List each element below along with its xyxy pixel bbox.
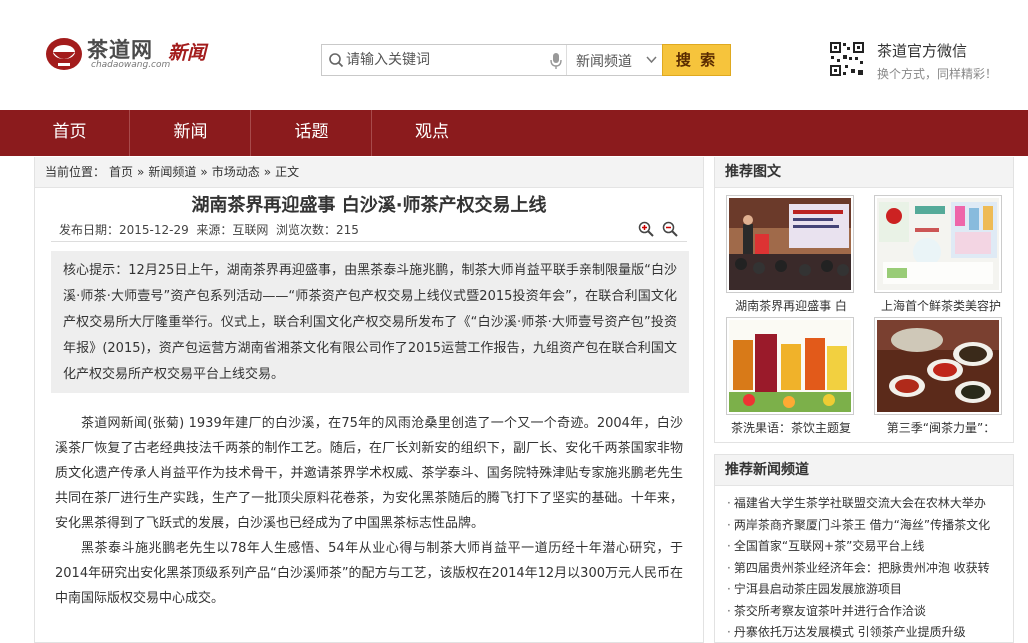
channel-label: 新闻频道 bbox=[576, 54, 632, 70]
news-link[interactable]: 两岸茶商齐聚厦门斗茶王 借力“海丝”传播茶文化 bbox=[727, 515, 1007, 537]
channel-select[interactable]: 新闻频道 bbox=[566, 45, 663, 75]
article-meta: 发布日期：2015-12-29 来源：互联网 浏览次数：215 bbox=[59, 223, 359, 237]
news-link[interactable]: 茶交所考察友谊茶叶并进行合作洽谈 bbox=[727, 601, 1007, 623]
pic-thumb-ceremony[interactable] bbox=[726, 195, 854, 293]
site-header: 茶道网 新闻 chadaowang.com 新闻频道 搜 索 bbox=[0, 0, 1028, 110]
search-box: 新闻频道 bbox=[321, 44, 663, 76]
pic-caption[interactable]: 湖南茶界再迎盛事 白 bbox=[721, 297, 861, 314]
breadcrumb-link-home[interactable]: 首页 bbox=[109, 165, 133, 179]
breadcrumb: 当前位置： 首页» 新闻频道» 市场动态» 正文 bbox=[35, 157, 703, 188]
article-summary: 核心提示：12月25日上午，湖南茶界再迎盛事，由黑茶泰斗施兆鹏，制茶大师肖益平联… bbox=[51, 251, 689, 393]
recommended-pics-panel: 推荐图文 湖南茶界再迎盛事 白 上海首个鲜茶类美容护 茶洗果语：茶饮主题复 第三… bbox=[714, 157, 1014, 443]
pic-thumb-beauty[interactable] bbox=[874, 195, 1002, 293]
nav-item-news[interactable]: 新闻 bbox=[131, 110, 251, 156]
nav-item-home[interactable]: 首页 bbox=[10, 110, 130, 156]
qr-code-icon bbox=[829, 41, 865, 77]
recommended-news-title: 推荐新闻频道 bbox=[715, 455, 1013, 486]
logo-news-text: 新闻 bbox=[168, 42, 207, 64]
zoom-in-icon[interactable] bbox=[638, 221, 654, 237]
pic-thumb-drinks[interactable] bbox=[726, 317, 854, 415]
breadcrumb-link-market[interactable]: 市场动态 bbox=[212, 165, 260, 179]
wechat-subtitle: 换个方式，同样精彩！ bbox=[877, 67, 998, 81]
pic-caption[interactable]: 茶洗果语：茶饮主题复 bbox=[721, 419, 861, 436]
pic-thumb-fujian[interactable] bbox=[874, 317, 1002, 415]
tea-leaves-bowls-image bbox=[877, 320, 999, 412]
recommended-news-panel: 推荐新闻频道 福建省大学生茶学社联盟交流大会在农林大举办 两岸茶商齐聚厦门斗茶王… bbox=[714, 454, 1014, 643]
nav-item-topics[interactable]: 话题 bbox=[252, 110, 372, 156]
nav-item-opinion[interactable]: 观点 bbox=[372, 110, 492, 156]
search-button[interactable]: 搜 索 bbox=[662, 44, 731, 76]
logo-domain: chadaowang.com bbox=[91, 60, 171, 70]
article-body: 茶道网新闻(张菊) 1939年建厂的白沙溪，在75年的风雨沧桑里创造了一个又一个… bbox=[55, 411, 683, 611]
breadcrumb-current: 正文 bbox=[275, 165, 300, 179]
wechat-title: 茶道官方微信 bbox=[877, 42, 968, 60]
news-link[interactable]: 第四届贵州茶业经济年会：把脉贵州冲泡 收获转 bbox=[727, 558, 1007, 580]
ceremony-photo-image bbox=[729, 198, 851, 290]
search-icon bbox=[329, 53, 344, 68]
article-title: 湖南茶界再迎盛事 白沙溪·师茶产权交易上线 bbox=[191, 195, 547, 216]
breadcrumb-separator: » bbox=[200, 165, 208, 179]
breadcrumb-separator: » bbox=[263, 165, 272, 179]
pic-caption[interactable]: 第三季“闽茶力量”： bbox=[871, 419, 1011, 436]
fruit-tea-drinks-image bbox=[729, 320, 851, 412]
site-logo[interactable]: 茶道网 新闻 chadaowang.com bbox=[44, 32, 214, 74]
news-link[interactable]: 全国首家“互联网+茶”交易平台上线 bbox=[727, 536, 1007, 558]
breadcrumb-separator: » bbox=[137, 165, 145, 179]
meta-divider bbox=[51, 241, 687, 242]
breadcrumb-prefix: 当前位置： bbox=[45, 165, 106, 179]
article-paragraph: 黑茶泰斗施兆鹏老先生以78年人生感悟、54年从业心得与制茶大师肖益平一道历经十年… bbox=[55, 541, 683, 606]
news-list: 福建省大学生茶学社联盟交流大会在农林大举办 两岸茶商齐聚厦门斗茶王 借力“海丝”… bbox=[727, 493, 1007, 643]
news-link[interactable]: 宁洱县启动茶庄园发展旅游项目 bbox=[727, 579, 1007, 601]
microphone-icon[interactable] bbox=[549, 52, 563, 70]
news-link[interactable]: 丹寨依托万达发展模式 引领茶产业提质升级 bbox=[727, 622, 1007, 643]
pic-caption[interactable]: 上海首个鲜茶类美容护 bbox=[871, 297, 1011, 314]
article-paragraph: 茶道网新闻(张菊) 1939年建厂的白沙溪，在75年的风雨沧桑里创造了一个又一个… bbox=[55, 416, 683, 531]
zoom-out-icon[interactable] bbox=[662, 221, 678, 237]
search-input[interactable] bbox=[346, 50, 546, 70]
tea-beauty-poster-image bbox=[877, 198, 999, 290]
article-panel: 当前位置： 首页» 新闻频道» 市场动态» 正文 湖南茶界再迎盛事 白沙溪·师茶产权交易… bbox=[34, 157, 704, 643]
breadcrumb-link-channel[interactable]: 新闻频道 bbox=[148, 165, 196, 179]
main-nav: 首页 新闻 话题 观点 bbox=[0, 110, 1028, 156]
news-link[interactable]: 福建省大学生茶学社联盟交流大会在农林大举办 bbox=[727, 493, 1007, 515]
recommended-pics-title: 推荐图文 bbox=[715, 157, 1013, 188]
teacup-logo-icon bbox=[46, 38, 82, 70]
chevron-down-icon bbox=[646, 56, 657, 64]
